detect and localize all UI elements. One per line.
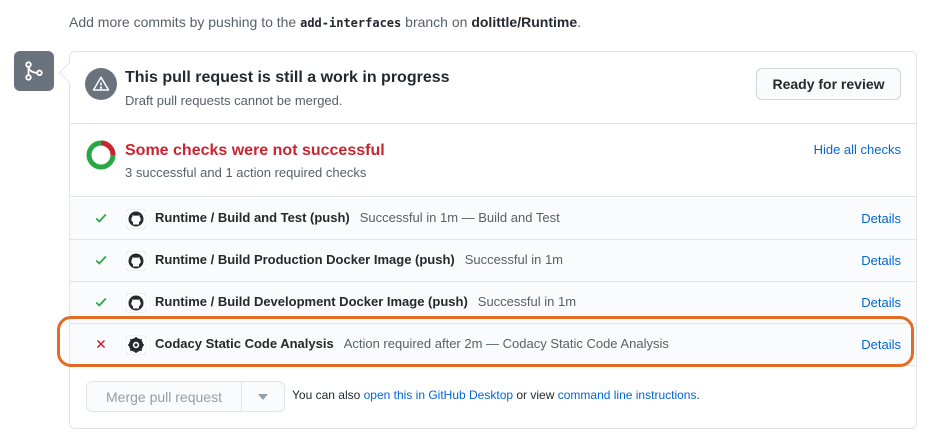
check-icon [95,213,107,223]
ready-for-review-button[interactable]: Ready for review [756,68,901,100]
check-description: Successful in 1m [464,252,564,267]
open-in-desktop-link[interactable]: open this in GitHub Desktop [364,388,513,402]
alert-icon [85,68,117,100]
check-icon [95,255,107,265]
command-line-instructions-link[interactable]: command line instructions [558,388,697,402]
check-row: Runtime / Build and Test (push) Successfu… [70,198,916,240]
draft-subtitle: Draft pull requests cannot be merged. [125,93,343,108]
check-details-link[interactable]: Details [861,295,901,310]
check-name: Runtime / Build Development Docker Image… [155,294,577,309]
merge-pull-request-button[interactable]: Merge pull request [86,381,242,412]
draft-title: This pull request is still a work in pro… [125,69,450,86]
git-merge-icon [14,51,54,91]
merge-box: This pull request is still a work in pro… [69,51,917,429]
check-row: Runtime / Build Production Docker Image … [70,240,916,282]
merge-method-dropdown[interactable] [242,381,285,412]
push-note-prefix: Add more commits by pushing to the [69,14,301,30]
check-name: Runtime / Build Production Docker Image … [155,252,564,267]
check-name: Runtime / Build and Test (push) Successfu… [155,210,560,225]
check-description: Successful in 1m — Build and Test [359,210,560,225]
branch-name: add-interfaces [300,16,402,30]
github-mark-icon [126,293,146,313]
github-mark-icon [126,251,146,271]
push-instructions: Add more commits by pushing to the add-i… [69,14,581,30]
checks-subtitle: 3 successful and 1 action required check… [125,165,367,180]
repo-name: dolittle/Runtime [471,14,578,30]
merge-alternatives-text: You can also open this in GitHub Desktop… [292,388,700,402]
merge-actions: Merge pull request You can also open thi… [70,366,916,428]
hide-all-checks-link[interactable]: Hide all checks [814,142,901,157]
merge-button-group: Merge pull request [86,381,285,412]
push-note-middle: branch on [401,14,472,30]
draft-status-section: This pull request is still a work in pro… [70,52,916,124]
check-description: Successful in 1m [477,294,577,309]
caret-down-icon [258,393,268,400]
check-icon [95,297,107,307]
check-details-link[interactable]: Details [861,211,901,226]
checks-title: Some checks were not successful [125,142,385,159]
failed-check-highlight [57,316,914,367]
checks-summary: Some checks were not successful 3 succes… [70,125,916,197]
push-note-suffix: . [577,14,581,30]
github-mark-icon [126,209,146,229]
checks-status-ring-icon [86,140,116,170]
check-details-link[interactable]: Details [861,253,901,268]
